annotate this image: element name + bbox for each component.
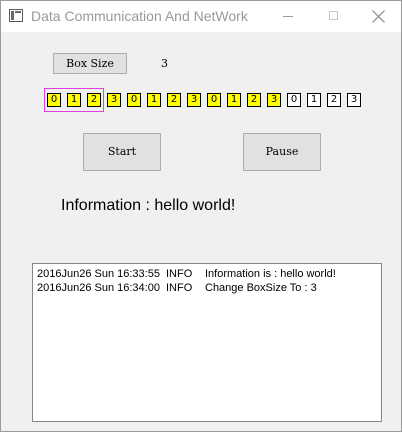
log-timestamp: 2016Jun26 Sun 16:33:55 [37, 268, 160, 280]
sequence-cell: 0 [127, 93, 141, 107]
box-size-button[interactable]: Box Size [53, 53, 127, 74]
box-size-value: 3 [161, 57, 168, 70]
log-message: Change BoxSize To : 3 [205, 282, 317, 294]
window-title: Data Communication And NetWork [31, 8, 248, 24]
sequence-cell: 1 [227, 93, 241, 107]
sequence-cell: 1 [307, 93, 321, 107]
pause-button[interactable]: Pause [243, 133, 321, 171]
log-level: INFO [166, 282, 193, 294]
information-label: Information : hello world! [61, 197, 236, 214]
close-button[interactable] [355, 1, 401, 31]
log-message: Information is : hello world! [205, 268, 336, 280]
sequence-cell: 2 [247, 93, 261, 107]
log-timestamp: 2016Jun26 Sun 16:34:00 [37, 282, 160, 294]
sequence-cell: 3 [187, 93, 201, 107]
sequence-cell: 0 [287, 93, 301, 107]
sequence-cell: 3 [107, 93, 121, 107]
sequence-cell: 1 [147, 93, 161, 107]
start-button[interactable]: Start [83, 133, 161, 171]
sequence-cell: 2 [167, 93, 181, 107]
app-icon [9, 9, 23, 22]
sliding-window-highlight [44, 88, 104, 112]
app-window: Data Communication And NetWork Box Size … [0, 0, 402, 432]
close-icon [372, 10, 385, 23]
log-level: INFO [166, 268, 193, 280]
sequence-cell: 3 [347, 93, 361, 107]
sequence-cell: 3 [267, 93, 281, 107]
maximize-button[interactable] [311, 1, 357, 31]
title-bar[interactable]: Data Communication And NetWork [1, 1, 401, 32]
log-list[interactable]: 2016Jun26 Sun 16:33:55 INFO Information is… [32, 263, 382, 422]
sequence-cell: 2 [327, 93, 341, 107]
sequence-cell: 0 [207, 93, 221, 107]
minimize-button[interactable] [265, 1, 311, 31]
